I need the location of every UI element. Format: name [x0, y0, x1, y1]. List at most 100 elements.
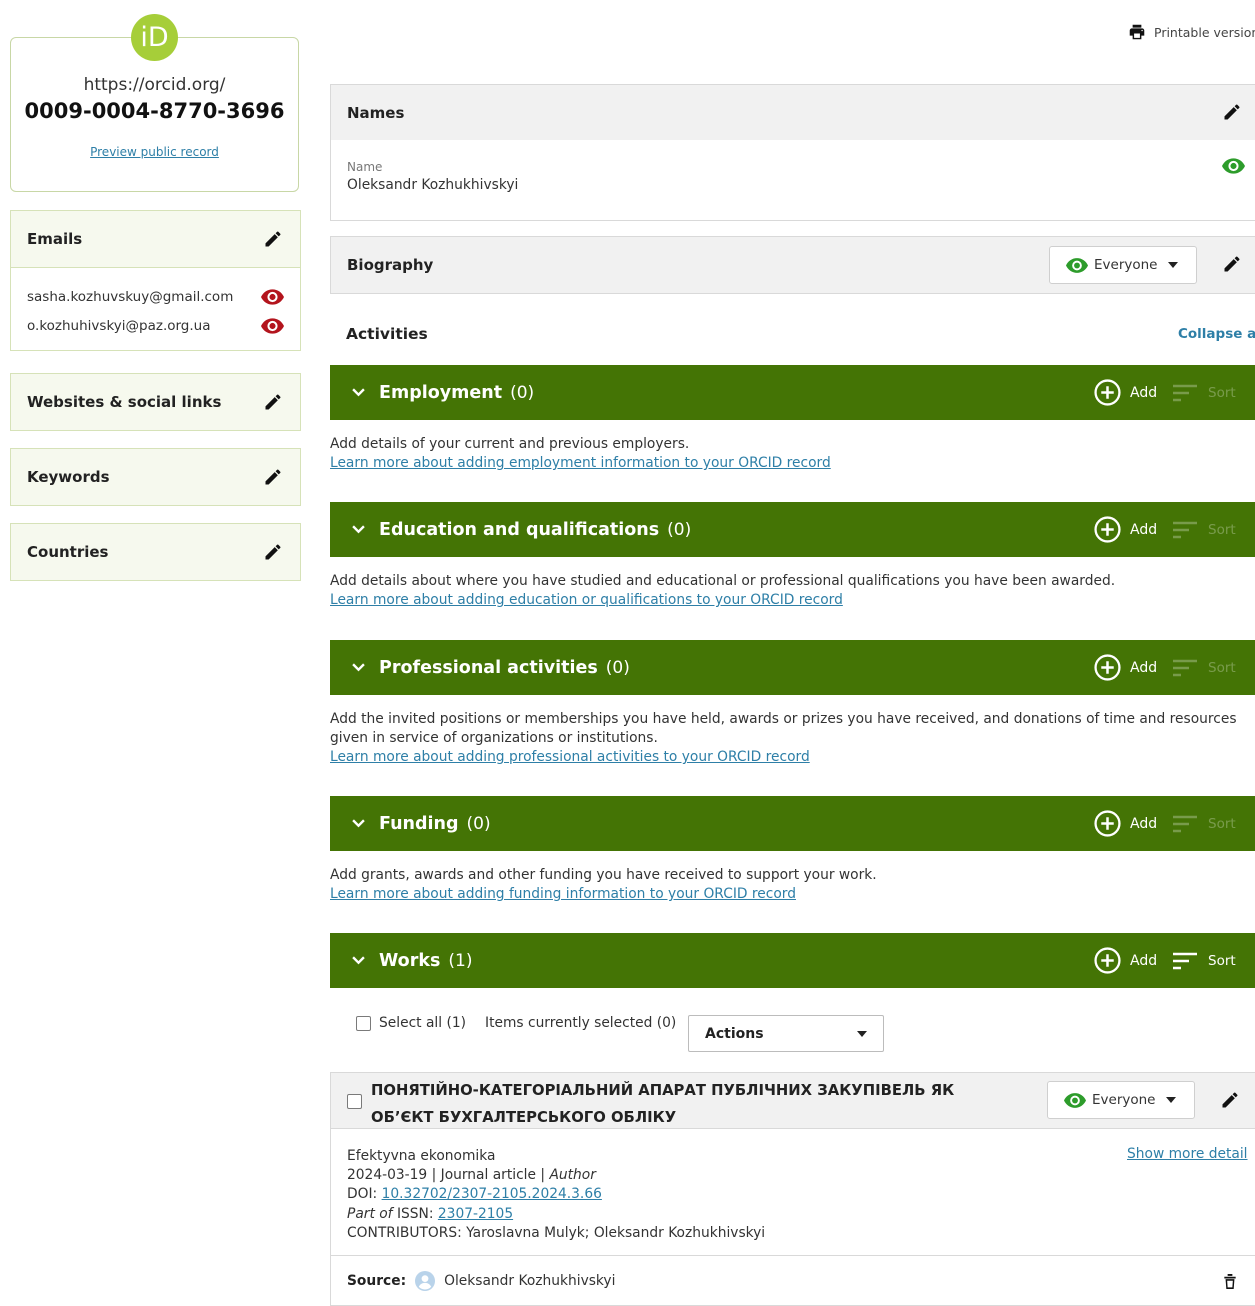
- websites-panel: Websites & social links: [10, 373, 301, 431]
- orcid-url: https://orcid.org/: [83, 75, 226, 95]
- section-title: Works: [379, 950, 441, 971]
- chevron-down-icon[interactable]: [352, 819, 365, 828]
- sort-label: Sort: [1208, 815, 1236, 832]
- work-journal: Efektyvna ekonomika: [347, 1148, 496, 1164]
- meta-separator: |: [431, 1167, 437, 1184]
- professional-activities-learn-more-link[interactable]: Learn more about adding professional act…: [330, 749, 810, 765]
- biography-title: Biography: [347, 256, 434, 274]
- part-of-label: Part of: [347, 1205, 393, 1222]
- employment-description: Add details of your current and previous…: [330, 435, 1255, 473]
- preview-public-record-link[interactable]: Preview public record: [90, 145, 219, 159]
- section-title: Employment: [379, 382, 503, 403]
- actions-dropdown[interactable]: Actions: [688, 1015, 884, 1052]
- issn-link[interactable]: 2307-2105: [438, 1206, 513, 1222]
- emails-panel: Emails sasha.kozhuvskuy@gmail.com o.kozh…: [10, 210, 301, 351]
- add-label: Add: [1130, 521, 1158, 538]
- funding-learn-more-link[interactable]: Learn more about adding funding informat…: [330, 886, 796, 902]
- sort-label: Sort: [1208, 952, 1236, 969]
- education-description: Add details about where you have studied…: [330, 572, 1255, 610]
- add-employment-button[interactable]: Add: [1094, 379, 1157, 406]
- chevron-down-icon[interactable]: [352, 388, 365, 397]
- section-title: Funding: [379, 813, 459, 834]
- add-funding-button[interactable]: Add: [1094, 810, 1157, 837]
- sort-icon: [1173, 384, 1197, 401]
- keywords-title: Keywords: [27, 468, 110, 486]
- work-title: ПОНЯТІЙНО-КАТЕГОРІАЛЬНИЙ АПАРАТ ПУБЛІЧНИ…: [371, 1082, 955, 1126]
- private-eye-icon[interactable]: [261, 288, 284, 305]
- websites-title: Websites & social links: [27, 393, 222, 411]
- education-section-header[interactable]: Education and qualifications (0) Add Sor…: [330, 502, 1255, 557]
- private-eye-icon[interactable]: [261, 317, 284, 334]
- doi-link[interactable]: 10.32702/2307-2105.2024.3.66: [382, 1186, 602, 1202]
- education-learn-more-link[interactable]: Learn more about adding education or qua…: [330, 592, 843, 608]
- funding-description: Add grants, awards and other funding you…: [330, 866, 1255, 904]
- add-education-button[interactable]: Add: [1094, 516, 1157, 543]
- work-contributors: CONTRIBUTORS: Yaroslavna Mulyk; Oleksand…: [347, 1224, 766, 1241]
- work-issn: Part of ISSN: 2307-2105: [347, 1205, 1253, 1224]
- source-name: Oleksandr Kozhukhivskyi: [444, 1273, 616, 1289]
- sort-employment-button: Sort: [1172, 384, 1236, 402]
- employment-learn-more-link[interactable]: Learn more about adding employment infor…: [330, 455, 831, 471]
- select-all-label[interactable]: Select all (1): [379, 1015, 466, 1031]
- add-works-button[interactable]: Add: [1094, 947, 1157, 974]
- visible-eye-icon[interactable]: [1222, 158, 1245, 174]
- work-item-checkbox[interactable]: [347, 1094, 362, 1109]
- employment-section-header[interactable]: Employment (0) Add Sort: [330, 365, 1255, 420]
- work-visibility-dropdown[interactable]: Everyone: [1047, 1081, 1195, 1119]
- works-section-header[interactable]: Works (1) Add Sort: [330, 933, 1255, 988]
- section-description: Add details about where you have studied…: [330, 573, 1116, 589]
- add-label: Add: [1130, 952, 1158, 969]
- work-type: Journal article: [440, 1167, 537, 1184]
- caret-down-icon: [857, 1030, 867, 1037]
- professional-activities-description: Add the invited positions or memberships…: [330, 710, 1255, 767]
- printable-version-link[interactable]: Printable version: [1128, 24, 1255, 40]
- edit-countries-pencil-icon[interactable]: [262, 541, 284, 563]
- names-header: Names: [331, 85, 1255, 140]
- email-item: o.kozhuhivskyi@paz.org.ua: [27, 311, 284, 340]
- collapse-all-button[interactable]: Collapse all: [1178, 326, 1255, 342]
- edit-names-pencil-icon[interactable]: [1221, 101, 1243, 123]
- sort-works-button[interactable]: Sort: [1172, 952, 1236, 970]
- websites-header: Websites & social links: [11, 374, 300, 430]
- edit-emails-pencil-icon[interactable]: [262, 228, 284, 250]
- chevron-down-icon[interactable]: [352, 525, 365, 534]
- professional-activities-section-header[interactable]: Professional activities (0) Add Sort: [330, 640, 1255, 695]
- section-description: Add the invited positions or memberships…: [330, 711, 1237, 746]
- emails-header: Emails: [11, 211, 300, 267]
- section-count: (0): [466, 813, 491, 834]
- emails-title: Emails: [27, 230, 83, 248]
- add-label: Add: [1130, 815, 1158, 832]
- sort-label: Sort: [1208, 521, 1236, 538]
- sort-icon: [1173, 521, 1197, 538]
- biography-panel: Biography Everyone: [330, 236, 1255, 294]
- visibility-label: Everyone: [1094, 257, 1158, 273]
- add-circle-icon: [1094, 654, 1121, 681]
- biography-visibility-dropdown[interactable]: Everyone: [1049, 246, 1197, 284]
- sort-icon: [1173, 815, 1197, 832]
- edit-biography-pencil-icon[interactable]: [1221, 253, 1243, 275]
- trash-icon[interactable]: [1223, 1273, 1237, 1290]
- edit-keywords-pencil-icon[interactable]: [262, 466, 284, 488]
- work-meta: 2024-03-19 | Journal article | Author: [347, 1166, 1253, 1185]
- section-description: Add grants, awards and other funding you…: [330, 867, 877, 883]
- add-professional-activity-button[interactable]: Add: [1094, 654, 1157, 681]
- edit-work-pencil-icon[interactable]: [1219, 1089, 1241, 1111]
- email-item: sasha.kozhuvskuy@gmail.com: [27, 282, 284, 311]
- chevron-down-icon[interactable]: [352, 956, 365, 965]
- printer-icon: [1129, 24, 1145, 40]
- show-more-detail-link[interactable]: Show more detail: [1127, 1145, 1248, 1164]
- chevron-down-icon[interactable]: [352, 663, 365, 672]
- funding-section-header[interactable]: Funding (0) Add Sort: [330, 796, 1255, 851]
- orcid-id-number: 0009-0004-8770-3696: [24, 99, 285, 123]
- sort-label: Sort: [1208, 384, 1236, 401]
- edit-websites-pencil-icon[interactable]: [262, 391, 284, 413]
- work-date: 2024-03-19: [347, 1167, 428, 1184]
- email-address: o.kozhuhivskyi@paz.org.ua: [27, 317, 211, 334]
- select-all-checkbox[interactable]: [356, 1015, 371, 1031]
- visible-eye-icon: [1066, 257, 1088, 273]
- preview-public-record: Preview public record: [10, 145, 299, 159]
- user-avatar-icon: [415, 1271, 436, 1291]
- items-selected-label: Items currently selected (0): [485, 1015, 677, 1031]
- email-address: sasha.kozhuvskuy@gmail.com: [27, 288, 234, 305]
- sort-education-button: Sort: [1172, 521, 1236, 539]
